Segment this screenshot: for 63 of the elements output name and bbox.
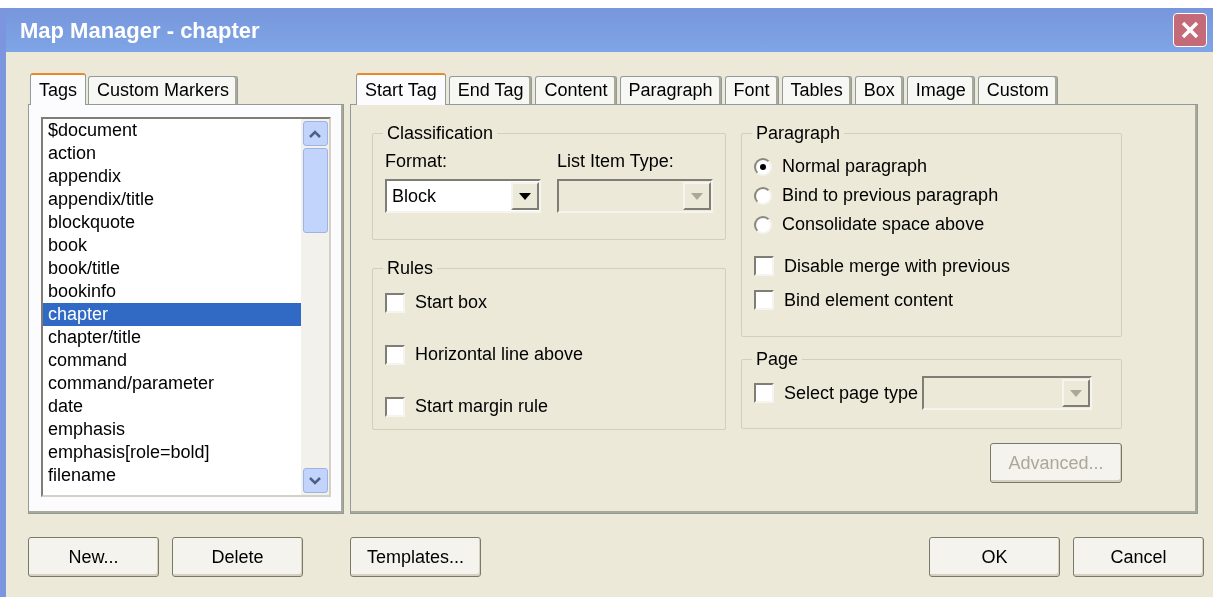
radio-button[interactable]: [754, 186, 772, 205]
tab[interactable]: Tables: [781, 76, 852, 104]
list-item[interactable]: $document: [43, 119, 301, 142]
field-label: Format:: [385, 150, 448, 173]
list-item[interactable]: book/title: [43, 257, 301, 280]
scroll-up-icon: [309, 129, 321, 138]
dropdown-arrow-icon: [691, 192, 703, 200]
list-item[interactable]: chapter: [43, 303, 301, 326]
button[interactable]: Templates...: [350, 537, 481, 577]
list-item[interactable]: appendix/title: [43, 188, 301, 211]
tab[interactable]: Content: [535, 76, 617, 104]
scrollbar[interactable]: [301, 119, 329, 495]
dropdown-arrow-icon: [1070, 389, 1083, 397]
checkbox[interactable]: [385, 344, 405, 365]
list-item[interactable]: command: [43, 349, 301, 372]
close-icon: [1180, 20, 1200, 40]
tab[interactable]: Tags: [30, 73, 87, 105]
list-item[interactable]: action: [43, 142, 301, 165]
list-item[interactable]: date: [43, 395, 301, 418]
checkbox-label: Start margin rule: [415, 395, 549, 418]
list-item[interactable]: appendix: [43, 165, 301, 188]
tab[interactable]: Custom Markers: [88, 76, 239, 104]
button[interactable]: New...: [28, 537, 159, 577]
radio-label: Normal paragraph: [782, 155, 928, 178]
button[interactable]: OK: [929, 537, 1060, 577]
tab[interactable]: Image: [906, 76, 975, 104]
list-item[interactable]: filename: [43, 464, 301, 487]
checkbox-label: Disable merge with previous: [784, 254, 1011, 278]
checkbox-label: Horizontal line above: [415, 343, 584, 366]
checkbox[interactable]: [385, 396, 405, 417]
checkbox-label: Bind element content: [784, 288, 954, 312]
checkbox-label: Select page type: [784, 381, 919, 405]
radio-button[interactable]: [754, 157, 772, 176]
list-item[interactable]: emphasis[role=bold]: [43, 441, 301, 464]
tab[interactable]: Custom: [977, 76, 1058, 104]
field-label: List Item Type:: [557, 150, 675, 173]
checkbox[interactable]: [754, 290, 774, 310]
window-title: Map Manager - chapter: [20, 16, 260, 45]
radio-label: Consolidate space above: [782, 213, 985, 236]
radio-label: Bind to previous paragraph: [782, 184, 999, 207]
list-item[interactable]: blockquote: [43, 211, 301, 234]
list-item[interactable]: emphasis: [43, 418, 301, 441]
dropdown[interactable]: Block: [385, 179, 541, 213]
checkbox-label: Start box: [415, 291, 488, 314]
radio-button[interactable]: [754, 215, 772, 234]
tab[interactable]: Font: [724, 76, 779, 104]
tab[interactable]: End Tag: [448, 76, 533, 104]
button[interactable]: Delete: [172, 537, 303, 577]
tab[interactable]: Start Tag: [356, 73, 446, 105]
checkbox[interactable]: [385, 292, 405, 313]
dropdown-arrow-icon: [519, 192, 531, 200]
list-item[interactable]: bookinfo: [43, 280, 301, 303]
checkbox[interactable]: [754, 256, 774, 276]
tab[interactable]: Box: [854, 76, 904, 104]
list-item[interactable]: command/parameter: [43, 372, 301, 395]
close-button[interactable]: [1173, 13, 1207, 47]
scroll-thumb[interactable]: [302, 148, 328, 233]
list-item[interactable]: book: [43, 234, 301, 257]
list-item[interactable]: chapter/title: [43, 326, 301, 349]
checkbox[interactable]: [754, 383, 774, 403]
button[interactable]: Cancel: [1073, 537, 1204, 577]
tab[interactable]: Paragraph: [619, 76, 722, 104]
scroll-down-icon: [309, 476, 321, 485]
